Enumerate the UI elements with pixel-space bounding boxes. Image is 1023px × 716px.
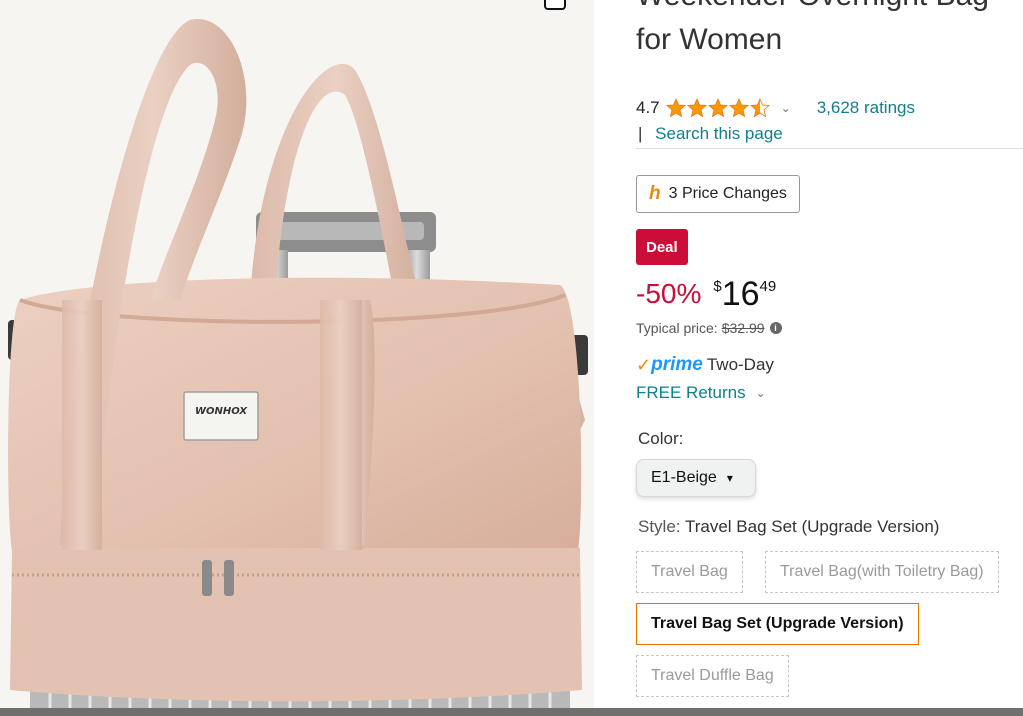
- price-changes-button[interactable]: h 3 Price Changes: [636, 175, 800, 213]
- discount-percent: -50%: [636, 278, 702, 309]
- prime-logo: prime: [651, 354, 703, 375]
- color-selected-value: E1-Beige: [651, 469, 717, 486]
- info-icon[interactable]: i: [769, 322, 782, 334]
- product-details: Weekender Overnight Bag for Women 4.7 ⌄ …: [594, 0, 1023, 708]
- star-rating[interactable]: [665, 98, 771, 118]
- prime-check-icon: ✓: [636, 354, 652, 375]
- rating-row: 4.7 ⌄ 3,628 ratings: [636, 96, 915, 120]
- typical-price-value: $32.99: [721, 320, 765, 336]
- style-option-travel-bag[interactable]: Travel Bag: [636, 551, 743, 593]
- free-returns[interactable]: FREE Returns ⌄: [636, 383, 766, 403]
- product-title: Weekender Overnight Bag for Women: [636, 0, 989, 56]
- rating-value: 4.7: [636, 98, 660, 117]
- divider: [636, 148, 1023, 149]
- style-label: Style: Travel Bag Set (Upgrade Version): [638, 517, 940, 536]
- search-this-page-link[interactable]: Search this page: [655, 124, 783, 143]
- star-full-icon: [707, 98, 728, 118]
- prime-delivery-text: Two-Day: [706, 355, 774, 374]
- product-image: WONHOX: [0, 0, 594, 708]
- style-option-travel-bag-set[interactable]: Travel Bag Set (Upgrade Version): [636, 603, 919, 645]
- chevron-down-icon[interactable]: ⌄: [756, 386, 766, 400]
- product-image-pane[interactable]: WONHOX: [0, 0, 594, 708]
- color-dropdown[interactable]: E1-Beige ▾: [636, 459, 756, 497]
- svg-text:WONHOX: WONHOX: [195, 406, 248, 417]
- star-full-icon: [728, 98, 749, 118]
- style-option-travel-duffle-bag[interactable]: Travel Duffle Bag: [636, 655, 789, 697]
- expand-image-icon[interactable]: [544, 0, 566, 10]
- star-full-icon: [686, 98, 707, 118]
- separator: |: [638, 124, 643, 143]
- price-row: -50% $ 16 49: [636, 272, 776, 316]
- chevron-down-icon: ▾: [726, 471, 733, 485]
- star-full-icon: [665, 98, 686, 118]
- style-selected-value: Travel Bag Set (Upgrade Version): [684, 517, 940, 536]
- ratings-count-link[interactable]: 3,628 ratings: [817, 98, 915, 118]
- price-currency: $: [713, 278, 722, 295]
- deal-badge: Deal: [636, 229, 688, 265]
- price-changes-label: 3 Price Changes: [668, 185, 787, 202]
- search-this-page-row: | Search this page: [638, 124, 783, 144]
- color-label: Color:: [638, 429, 684, 448]
- prime-delivery: ✓ prime Two-Day: [636, 354, 774, 376]
- honey-logo-icon: h: [649, 183, 661, 204]
- price-fraction: 49: [759, 278, 777, 295]
- star-half-icon: [749, 98, 770, 118]
- typical-price-label: Typical price:: [636, 320, 718, 336]
- bottom-scrollbar[interactable]: [0, 708, 1023, 716]
- style-option-travel-bag-with-toiletry[interactable]: Travel Bag(with Toiletry Bag): [765, 551, 999, 593]
- price-whole: 16: [721, 275, 760, 313]
- chevron-down-icon[interactable]: ⌄: [781, 101, 791, 115]
- bottom-compartment: [10, 548, 582, 702]
- typical-price: Typical price: $32.99 i: [636, 320, 782, 336]
- free-returns-link[interactable]: FREE Returns: [636, 383, 746, 403]
